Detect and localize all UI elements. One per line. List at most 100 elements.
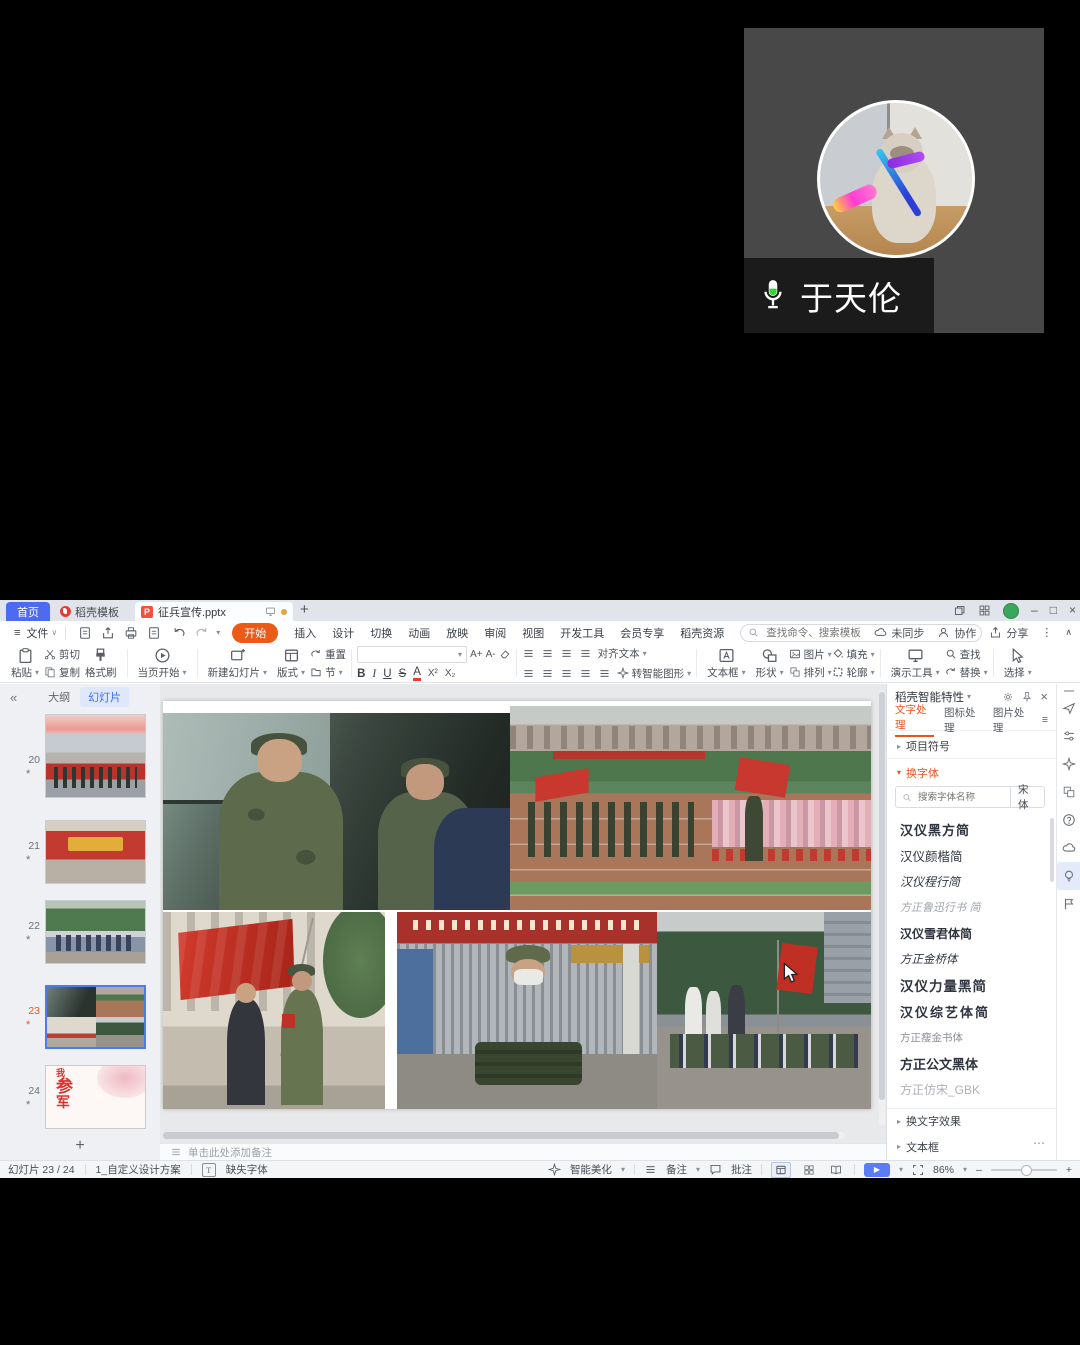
numbering-icon[interactable] <box>541 647 554 660</box>
font-search-input[interactable] <box>916 791 1006 804</box>
section-bullet-points[interactable]: ▸ 项目符号 <box>887 734 1056 759</box>
slide-sorter-view-button[interactable] <box>800 1163 818 1177</box>
account-avatar[interactable] <box>1003 603 1019 619</box>
editing-canvas[interactable] <box>160 684 886 1143</box>
help-icon[interactable] <box>1057 806 1080 834</box>
zoom-in-button[interactable]: + <box>1066 1164 1072 1176</box>
clear-format-icon[interactable] <box>499 648 511 660</box>
font-list-item[interactable]: 汉仪黑方简 <box>887 816 1056 842</box>
sync-status-button[interactable]: 未同步 <box>874 625 924 641</box>
line-spacing-icon[interactable] <box>598 667 611 680</box>
select-button[interactable]: 选择▾ <box>999 647 1037 680</box>
menu-insert[interactable]: 插入 <box>294 625 316 641</box>
font-list-item[interactable]: 方正瘦金书体 <box>887 1024 1056 1050</box>
zoom-out-button[interactable]: – <box>976 1164 982 1176</box>
horizontal-scrollbar[interactable] <box>163 1132 845 1139</box>
vertical-scrollbar[interactable] <box>879 690 885 1126</box>
shapes-button[interactable]: 形状▾ <box>751 647 789 680</box>
subscript-button[interactable]: X₂ <box>445 668 456 679</box>
design-scheme-name[interactable]: 1_自定义设计方案 <box>96 1162 181 1177</box>
menu-home-active[interactable]: 开始 <box>232 623 278 643</box>
current-font-chip[interactable]: 宋体 <box>1010 787 1044 807</box>
copy-button[interactable]: 复制 <box>44 665 80 680</box>
menu-design[interactable]: 设计 <box>332 625 354 641</box>
layout-button[interactable]: 版式▾ <box>272 647 310 680</box>
panel-more-button[interactable]: ⋯ <box>1033 1136 1046 1150</box>
slide-24-thumbnail[interactable]: 我 参 军 <box>45 1065 146 1129</box>
fit-to-window-icon[interactable] <box>912 1164 924 1176</box>
textbox-button[interactable]: 文本框▾ <box>702 647 751 680</box>
menu-view[interactable]: 视图 <box>522 625 544 641</box>
align-center-icon[interactable] <box>541 667 554 680</box>
tab-image-processing[interactable]: 图片处理 <box>993 705 1032 735</box>
export-icon[interactable] <box>101 626 115 640</box>
maximize-button[interactable]: □ <box>1050 600 1057 621</box>
slide-20-thumbnail[interactable] <box>45 734 146 798</box>
font-name-select[interactable]: ▾ <box>357 646 467 663</box>
collapse-panel-button[interactable]: « <box>10 690 17 705</box>
slide-21-thumbnail[interactable] <box>45 820 146 884</box>
photo-group-with-flag[interactable] <box>657 912 871 1109</box>
bold-button[interactable]: B <box>357 668 365 680</box>
font-list-item[interactable]: 方正仿宋_GBK <box>887 1076 1056 1102</box>
increase-font-button[interactable]: A+ <box>470 649 483 660</box>
cut-button[interactable]: 剪切 <box>44 647 80 662</box>
photo-soldier-with-uniform-bundle[interactable] <box>397 912 657 1109</box>
font-list-item[interactable]: 方正公文黑体 <box>887 1050 1056 1076</box>
apps-grid-icon[interactable] <box>978 604 991 617</box>
more-menu-button[interactable]: ⋮ <box>1041 626 1052 639</box>
object-properties-icon[interactable] <box>1057 722 1080 750</box>
photo-bus-interior[interactable] <box>163 713 510 910</box>
save-icon[interactable] <box>78 626 92 640</box>
menu-member-exclusive[interactable]: 会员专享 <box>620 625 664 641</box>
justify-icon[interactable] <box>579 667 592 680</box>
panel-title-caret[interactable]: ▾ <box>967 692 971 701</box>
find-button[interactable]: 查找 <box>945 647 988 662</box>
menu-developer[interactable]: 开发工具 <box>560 625 604 641</box>
photo-flag-handover-street[interactable] <box>163 912 385 1109</box>
zoom-level[interactable]: 86% <box>933 1164 954 1176</box>
missing-font-warning[interactable]: 缺失字体 <box>226 1162 268 1177</box>
strikethrough-button[interactable]: S <box>399 668 407 680</box>
minimize-button[interactable]: – <box>1031 600 1038 621</box>
paste-button[interactable]: 粘贴▾ <box>6 647 44 680</box>
section-text-effects[interactable]: ▸ 换文字效果 <box>887 1108 1056 1133</box>
scrollbar-thumb[interactable] <box>879 692 885 1100</box>
tab-icon-processing[interactable]: 图标处理 <box>944 705 983 735</box>
zoom-slider[interactable] <box>991 1169 1057 1171</box>
notes-bar[interactable]: 单击此处添加备注 <box>160 1143 886 1160</box>
workspace-layout-icon[interactable] <box>953 604 966 617</box>
menu-file[interactable]: 文件 <box>26 625 48 641</box>
picture-button[interactable]: 图片▾ <box>789 647 832 662</box>
menu-docer-resources[interactable]: 稻壳资源 <box>680 625 724 641</box>
convert-to-smartart-button[interactable]: 转智能图形 ▾ <box>617 666 692 681</box>
font-list-item[interactable]: 汉仪程行简 <box>887 868 1056 894</box>
format-painter-button[interactable]: 格式刷 <box>80 647 122 680</box>
fill-button[interactable]: 填充▾ <box>832 647 875 662</box>
increase-indent-icon[interactable] <box>579 647 592 660</box>
notes-toggle-button[interactable]: 备注 <box>666 1162 687 1177</box>
superscript-button[interactable]: X² <box>428 668 438 679</box>
menu-animation[interactable]: 动画 <box>408 625 430 641</box>
bookmark-flag-icon[interactable] <box>1057 890 1080 918</box>
bullets-icon[interactable] <box>522 647 535 660</box>
gear-icon[interactable] <box>1002 691 1014 703</box>
replace-button[interactable]: 替换▾ <box>945 665 988 680</box>
preview-icon[interactable] <box>147 626 161 640</box>
outline-button[interactable]: 轮廓▾ <box>832 665 875 680</box>
play-from-current-button[interactable]: 当页开始▾ <box>133 647 192 680</box>
menu-slideshow[interactable]: 放映 <box>446 625 468 641</box>
collaborate-button[interactable]: 协作 <box>937 625 976 641</box>
slide-library-icon[interactable] <box>1057 778 1080 806</box>
play-slideshow-button[interactable]: ▶ <box>864 1163 890 1177</box>
arrange-button[interactable]: 排列▾ <box>789 665 832 680</box>
redo-icon[interactable] <box>195 626 209 640</box>
align-left-icon[interactable] <box>522 667 535 680</box>
presentation-tools-button[interactable]: 演示工具▾ <box>886 647 945 680</box>
close-button[interactable]: × <box>1069 600 1076 621</box>
font-search-box[interactable]: 宋体 <box>895 786 1045 808</box>
undo-icon[interactable] <box>172 626 186 640</box>
menu-transitions[interactable]: 切换 <box>370 625 392 641</box>
strip-collapse-handle[interactable] <box>1064 690 1074 692</box>
slide-23-editing-surface[interactable] <box>163 701 871 1109</box>
